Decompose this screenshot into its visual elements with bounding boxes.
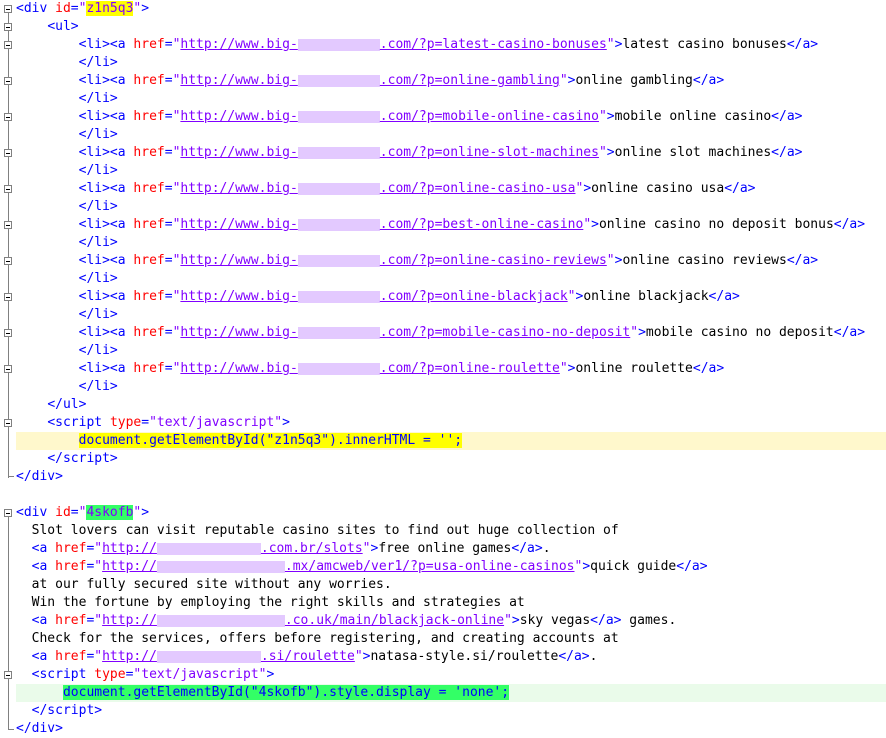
redacted-domain — [297, 182, 380, 195]
link-text[interactable]: mobile casino no deposit — [646, 325, 834, 340]
code-line: </li> — [78, 91, 118, 106]
code-line: <li><a href="http://www.big- .com/?p=onli… — [78, 289, 740, 304]
code-line: </li> — [78, 127, 118, 142]
code-line: <li><a href="http://www.big- .com/?p=onli… — [78, 361, 725, 376]
fold-toggle-icon[interactable] — [4, 509, 12, 517]
fold-toggle-icon[interactable] — [4, 671, 12, 679]
fold-toggle-icon[interactable] — [4, 149, 12, 157]
code-line: <li><a href="http://www.big- .com/?p=best… — [78, 217, 866, 232]
code-line: <li><a href="http://www.big- .com/?p=mobi… — [78, 325, 866, 340]
code-line: </li> — [78, 163, 118, 178]
code-line: </li> — [78, 55, 118, 70]
link-text[interactable]: natasa-style.si/roulette — [370, 649, 558, 664]
fold-toggle-icon[interactable] — [4, 185, 12, 193]
fold-gutter — [0, 0, 16, 737]
code-line: <div id="4skofb"> — [16, 505, 150, 520]
link-text[interactable]: online roulette — [575, 361, 692, 376]
link-text[interactable]: online casino no deposit bonus — [599, 217, 834, 232]
script-code: document.getElementById("z1n5q3").innerH… — [78, 433, 463, 448]
fold-toggle-icon[interactable] — [4, 221, 12, 229]
code-line: </li> — [78, 235, 118, 250]
fold-toggle-icon[interactable] — [4, 23, 12, 31]
code-line: </div> — [16, 721, 63, 736]
link-text[interactable]: free online games — [378, 541, 511, 556]
fold-toggle-icon[interactable] — [4, 329, 12, 337]
fold-toggle-icon[interactable] — [4, 77, 12, 85]
fold-toggle-icon[interactable] — [4, 41, 12, 49]
code-line: <a href="http://.com.br/slots">free onli… — [31, 541, 551, 556]
link-text[interactable]: online casino reviews — [622, 253, 786, 268]
link-text[interactable]: online slot machines — [615, 145, 772, 160]
fold-toggle-icon[interactable] — [4, 419, 12, 427]
redacted-domain — [297, 362, 380, 375]
script-code: document.getElementById("4skofb").style.… — [62, 685, 510, 700]
link-text[interactable]: latest casino bonuses — [622, 37, 786, 52]
fold-toggle-icon[interactable] — [4, 113, 12, 121]
fold-toggle-icon[interactable] — [4, 365, 12, 373]
fold-toggle-icon[interactable] — [4, 293, 12, 301]
code-line: <li><a href="http://www.big- .com/?p=onli… — [78, 73, 725, 88]
code-line: <script type="text/javascript"> — [31, 667, 275, 682]
redacted-domain — [156, 650, 261, 663]
redacted-domain — [297, 146, 380, 159]
code-line: </li> — [78, 379, 118, 394]
code-line: <a href="http://.mx/amcweb/ver1/?p=usa-o… — [31, 559, 708, 574]
link-text[interactable]: mobile online casino — [615, 109, 772, 124]
code-line: Slot lovers can visit reputable casino s… — [31, 523, 619, 538]
code-line: </script> — [47, 451, 118, 466]
fold-toggle-icon[interactable] — [4, 5, 12, 13]
code-line: document.getElementById("4skofb").style.… — [16, 684, 886, 702]
redacted-domain — [297, 290, 380, 303]
code-line: </ul> — [47, 397, 87, 412]
code-line: <li><a href="http://www.big- .com/?p=onli… — [78, 181, 756, 196]
redacted-domain — [297, 110, 380, 123]
link-text[interactable]: online casino usa — [591, 181, 724, 196]
code-line: Check for the services, offers before re… — [31, 631, 619, 646]
code-line: document.getElementById("z1n5q3").innerH… — [16, 432, 886, 450]
code-line: <li><a href="http://www.big- .com/?p=onli… — [78, 145, 803, 160]
redacted-domain — [297, 254, 380, 267]
redacted-domain — [297, 38, 380, 51]
code-line: </li> — [78, 307, 118, 322]
code-line: <div id="z1n5q3"> — [16, 1, 150, 16]
div-id-value: z1n5q3 — [86, 1, 134, 16]
code-line: </li> — [78, 199, 118, 214]
code-line: <ul> — [47, 19, 79, 34]
code-line: </li> — [78, 271, 118, 286]
link-text[interactable]: sky vegas — [520, 613, 590, 628]
code-line: <script type="text/javascript"> — [47, 415, 290, 430]
fold-toggle-icon[interactable] — [4, 257, 12, 265]
redacted-domain — [297, 218, 380, 231]
code-line: <li><a href="http://www.big- .com/?p=onli… — [78, 253, 819, 268]
code-line: <li><a href="http://www.big- .com/?p=late… — [78, 37, 819, 52]
code-line: Win the fortune by employing the right s… — [31, 595, 525, 610]
code-line: at our fully secured site without any wo… — [31, 577, 392, 592]
redacted-domain — [297, 74, 380, 87]
div-id-value: 4skofb — [86, 505, 134, 520]
code-line: <a href="http://.si/roulette">natasa-sty… — [31, 649, 598, 664]
redacted-domain — [156, 542, 261, 555]
code-line: <li><a href="http://www.big- .com/?p=mobi… — [78, 109, 803, 124]
link-text[interactable]: online gambling — [575, 73, 692, 88]
code-line: </li> — [78, 343, 118, 358]
code-line: </div> — [16, 469, 63, 484]
redacted-domain — [297, 326, 380, 339]
redacted-domain — [156, 560, 285, 573]
redacted-domain — [156, 614, 285, 627]
code-line: </script> — [31, 703, 103, 718]
link-text[interactable]: online blackjack — [583, 289, 708, 304]
code-line: <a href="http://.co.uk/main/blackjack-on… — [31, 613, 677, 628]
link-text[interactable]: quick guide — [590, 559, 676, 574]
